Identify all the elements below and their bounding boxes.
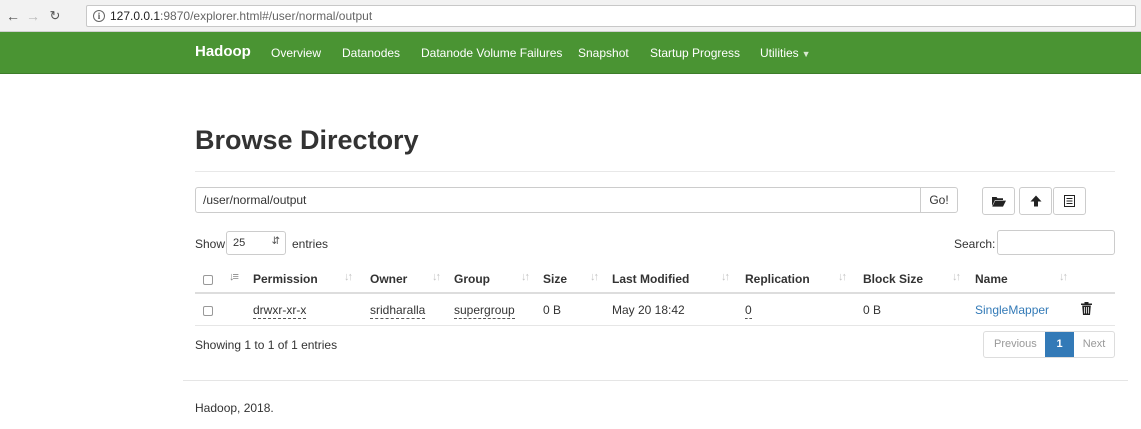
entries-per-page-select[interactable]: 25 ⇵ — [226, 231, 286, 255]
info-icon[interactable]: i — [93, 10, 105, 22]
column-permission[interactable]: Permission — [253, 272, 318, 286]
search-input[interactable] — [997, 230, 1115, 255]
cut-paste-button[interactable] — [1053, 187, 1086, 215]
forward-arrow-icon[interactable]: → — [26, 8, 40, 24]
url-host: 127.0.0.1 — [110, 9, 161, 23]
next-page-button[interactable]: Next — [1074, 332, 1114, 357]
url-path: :9870/explorer.html#/user/normal/output — [160, 9, 373, 23]
column-block-size[interactable]: Block Size — [863, 272, 923, 286]
table-header-divider — [195, 292, 1115, 294]
list-icon — [1064, 195, 1075, 207]
directory-path-input[interactable] — [195, 187, 921, 213]
last-modified-cell: May 20 18:42 — [612, 303, 685, 317]
sort-icon[interactable]: ↓↑ — [344, 271, 353, 283]
file-name-link[interactable]: SingleMapper — [975, 303, 1049, 317]
title-divider — [195, 171, 1115, 172]
entries-per-page-value: 25 — [233, 237, 246, 249]
nav-snapshot[interactable]: Snapshot — [578, 46, 629, 60]
sort-icon[interactable]: ↓↑ — [952, 271, 961, 283]
column-group[interactable]: Group — [454, 272, 490, 286]
pagination: Previous 1 Next — [983, 331, 1115, 358]
replication-cell[interactable]: 0 — [745, 303, 752, 319]
back-arrow-icon[interactable]: ← — [6, 8, 20, 24]
page-1-button[interactable]: 1 — [1045, 332, 1074, 357]
column-last-modified[interactable]: Last Modified — [612, 272, 689, 286]
sort-icon[interactable]: ↓↑ — [521, 271, 530, 283]
nav-startup-progress[interactable]: Startup Progress — [650, 46, 740, 60]
permission-cell[interactable]: drwxr-xr-x — [253, 303, 307, 319]
top-navbar: Hadoop Overview Datanodes Datanode Volum… — [0, 32, 1141, 74]
sort-icon[interactable]: ↓↑ — [432, 271, 441, 283]
sort-icon[interactable]: ↓↑ — [1059, 271, 1068, 283]
owner-cell[interactable]: sridharalla — [370, 303, 426, 319]
upload-button[interactable] — [1019, 187, 1052, 215]
upload-icon — [1030, 195, 1041, 207]
group-cell[interactable]: supergroup — [454, 303, 515, 319]
address-bar[interactable]: i 127.0.0.1:9870/explorer.html#/user/nor… — [86, 5, 1136, 27]
row-checkbox[interactable] — [203, 306, 213, 316]
entries-label: entries — [292, 237, 329, 251]
caret-down-icon: ▼ — [801, 49, 811, 59]
sort-icon[interactable]: ↓↑ — [838, 271, 847, 283]
brand-logo[interactable]: Hadoop — [195, 43, 251, 60]
folder-open-icon — [991, 196, 1006, 207]
nav-overview[interactable]: Overview — [271, 46, 321, 60]
column-replication[interactable]: Replication — [745, 272, 810, 286]
table-info: Showing 1 to 1 of 1 entries — [195, 338, 338, 352]
block-size-cell: 0 B — [863, 303, 882, 317]
nav-utilities-dropdown[interactable]: Utilities ▼ — [760, 46, 811, 60]
footer-text: Hadoop, 2018. — [195, 401, 274, 415]
reload-icon[interactable]: ↻ — [48, 8, 62, 24]
select-arrows-icon: ⇵ — [271, 236, 280, 247]
sort-icon[interactable]: ↓↑ — [721, 271, 730, 283]
column-size[interactable]: Size — [543, 272, 567, 286]
go-button[interactable]: Go! — [920, 187, 958, 213]
row-divider — [195, 325, 1115, 326]
footer-divider — [183, 380, 1128, 381]
show-label: Show — [195, 237, 226, 251]
search-label: Search: — [954, 237, 996, 251]
nav-utilities-label: Utilities — [760, 46, 799, 60]
nav-datanode-volume-failures[interactable]: Datanode Volume Failures — [421, 46, 562, 60]
trash-icon[interactable] — [1081, 302, 1092, 315]
browser-toolbar: ← → ↻ i 127.0.0.1:9870/explorer.html#/us… — [0, 0, 1141, 32]
create-directory-button[interactable] — [982, 187, 1015, 215]
page-title: Browse Directory — [195, 125, 419, 155]
size-cell: 0 B — [543, 303, 562, 317]
column-owner[interactable]: Owner — [370, 272, 407, 286]
sort-asc-icon[interactable]: ↓≡ — [229, 271, 239, 283]
nav-datanodes[interactable]: Datanodes — [342, 46, 400, 60]
select-all-checkbox[interactable] — [203, 275, 213, 285]
column-name[interactable]: Name — [975, 272, 1008, 286]
sort-icon[interactable]: ↓↑ — [590, 271, 599, 283]
previous-page-button[interactable]: Previous — [984, 332, 1045, 357]
